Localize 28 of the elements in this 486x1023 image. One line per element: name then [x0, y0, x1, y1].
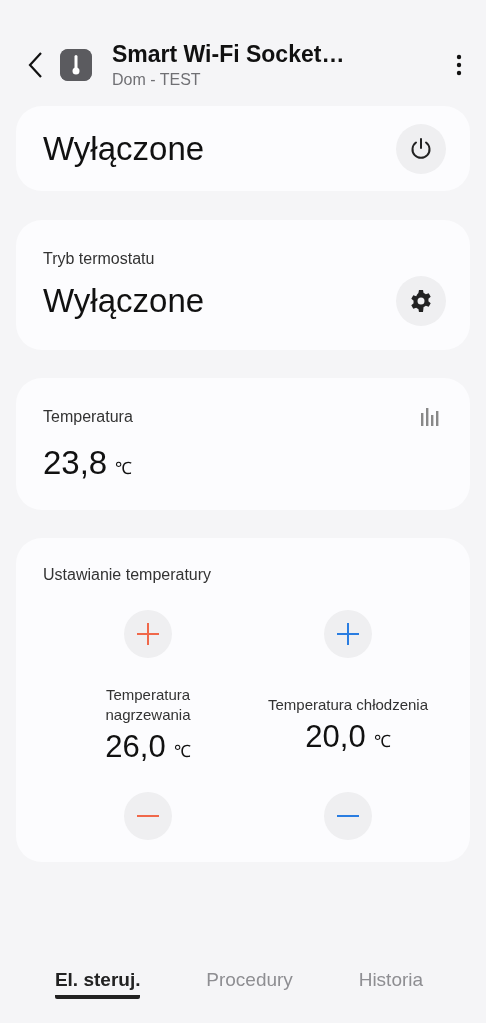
power-button[interactable] — [396, 123, 446, 174]
setpoint-label: Temperatura chłodzenia — [267, 695, 429, 715]
settings-icon — [409, 289, 433, 313]
increase-button[interactable] — [124, 610, 172, 658]
mode-label: Tryb termostatu — [43, 250, 155, 267]
settings-button[interactable] — [396, 276, 446, 326]
setpoint-unit: ℃ — [373, 731, 391, 752]
mode-value: Wyłączone — [43, 282, 205, 320]
temperature-label: Temperatura — [43, 408, 133, 426]
tab[interactable]: Historia — [358, 969, 424, 999]
setpoint-value: 26,0 — [105, 729, 166, 765]
power-state: Wyłączone — [43, 129, 205, 168]
tab[interactable]: Procedury — [206, 969, 293, 999]
setpoint-title: Ustawianie temperatury — [43, 566, 212, 583]
temperature-unit: ℃ — [115, 458, 133, 479]
setpoint-label: Temperatura nagrzewania — [104, 685, 192, 725]
setpoint-unit: ℃ — [173, 741, 191, 762]
device-title: Smart Wi-Fi Socket… — [112, 41, 346, 68]
thermometer-icon — [60, 49, 92, 81]
more-options-button[interactable] — [456, 53, 462, 77]
power-icon — [409, 136, 433, 161]
setpoint-value: 20,0 — [305, 719, 366, 755]
increase-button[interactable] — [324, 610, 372, 658]
back-button[interactable] — [28, 51, 44, 79]
temperature-value: 23,8 — [43, 444, 108, 482]
bar-chart-icon[interactable] — [420, 408, 440, 426]
tab[interactable]: El. steruj. — [54, 969, 141, 999]
location-label: Dom - TEST — [112, 71, 202, 89]
